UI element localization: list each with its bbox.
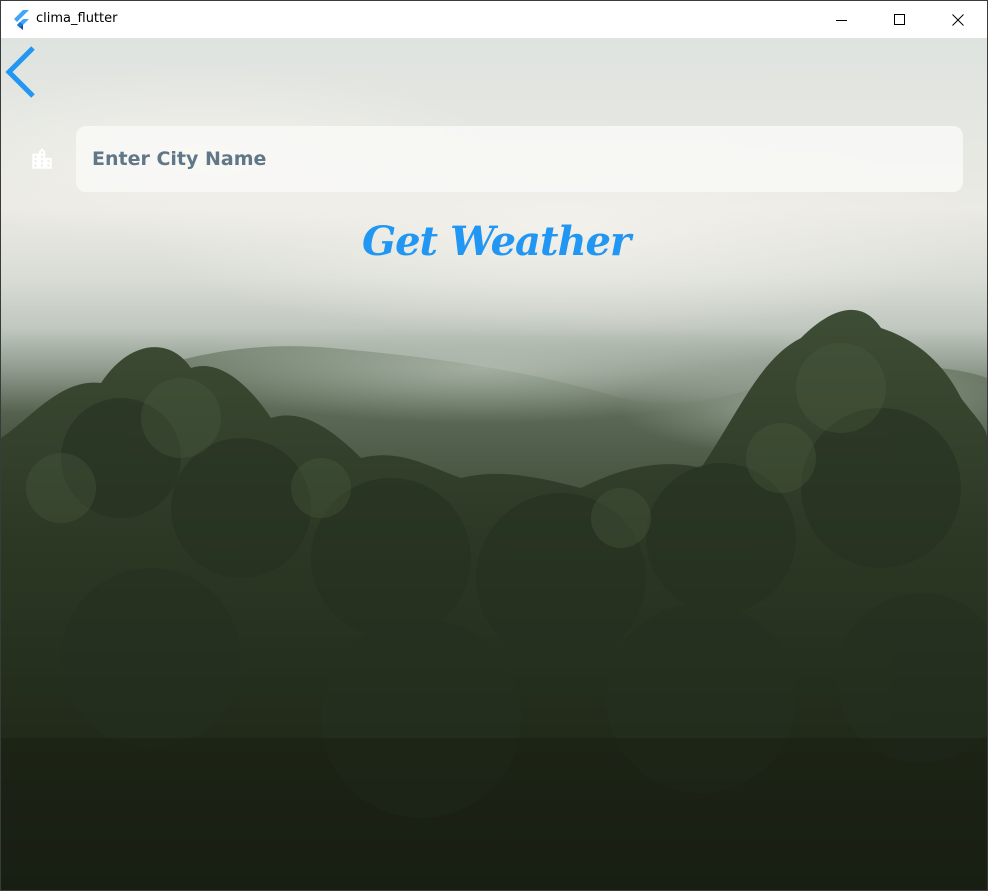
city-name-input[interactable]	[76, 126, 963, 192]
minimize-icon	[836, 19, 847, 21]
flutter-logo-icon	[14, 10, 29, 30]
minimize-button[interactable]	[819, 1, 865, 38]
chevron-left-icon	[5, 46, 35, 98]
maximize-icon	[894, 13, 905, 25]
get-weather-button[interactable]: Get Weather	[351, 218, 641, 265]
window-title: clima_flutter	[36, 11, 118, 26]
app-window: clima_flutter Enter City Name Get Weathe…	[0, 0, 988, 891]
title-bar[interactable]: clima_flutter	[1, 1, 987, 38]
city-screen: Get Weather	[1, 38, 987, 890]
location-city-icon	[32, 148, 52, 169]
back-button[interactable]	[3, 44, 43, 100]
maximize-button[interactable]	[877, 1, 923, 38]
close-icon	[952, 13, 964, 26]
close-button[interactable]	[935, 1, 981, 38]
